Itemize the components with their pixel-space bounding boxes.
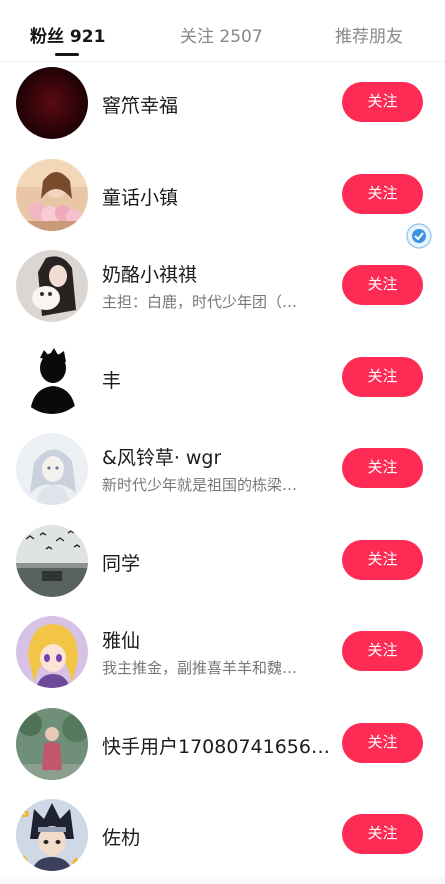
follow-button[interactable]: 关注 [342, 356, 423, 397]
list-item[interactable]: &风铃草· wgr 新时代少年就是祖国的栋梁… 关注 [0, 428, 445, 520]
follow-button[interactable]: 关注 [342, 722, 423, 763]
avatar[interactable] [16, 158, 88, 231]
floating-assistant-icon[interactable] [406, 223, 432, 249]
avatar[interactable] [16, 341, 88, 414]
avatar[interactable] [16, 250, 88, 322]
avatar[interactable] [16, 67, 88, 139]
tab-fans[interactable]: 粉丝 921 [30, 22, 105, 47]
user-description: 主担：白鹿，时代少年团（… [102, 293, 298, 311]
list-item[interactable]: S 佐朸 关注 [0, 794, 445, 884]
tab-recommend-friends[interactable]: 推荐朋友 [335, 22, 403, 47]
user-description: 我主推金，副推喜羊羊和魏… [102, 659, 298, 677]
user-name[interactable]: 快手用户17080741656… [102, 732, 330, 759]
list-item[interactable]: 丰 关注 [0, 337, 445, 429]
list-item[interactable]: 童话小镇 关注 [0, 154, 445, 246]
list-item[interactable]: 窨笊幸福 关注 [0, 62, 445, 154]
list-item[interactable]: 雅仙 我主推金，副推喜羊羊和魏… 关注 [0, 611, 445, 703]
list-item[interactable]: 奶酪小祺祺 主担：白鹿，时代少年团（… 关注 [0, 245, 445, 337]
follow-button[interactable]: 关注 [342, 448, 423, 488]
follow-button[interactable]: 关注 [342, 173, 423, 214]
avatar[interactable] [16, 707, 88, 780]
user-name[interactable]: 窨笊幸福 [102, 91, 178, 118]
follow-button[interactable]: 关注 [342, 814, 423, 854]
avatar[interactable] [16, 524, 88, 597]
user-name[interactable]: 奶酪小祺祺 [102, 260, 197, 287]
avatar[interactable]: S [16, 799, 88, 871]
user-description: 新时代少年就是祖国的栋梁… [102, 476, 298, 494]
avatar[interactable] [16, 616, 88, 688]
user-name[interactable]: 佐朸 [102, 823, 140, 850]
fans-list: 窨笊幸福 关注 童话小镇 关注 奶酪小祺祺 主担：白鹿，时代少年团（… 关注 丰… [0, 62, 445, 884]
user-name[interactable]: &风铃草· wgr [102, 443, 221, 470]
tab-bar: 粉丝 921 关注 2507 推荐朋友 [0, 0, 445, 62]
bottom-navigation-bar [0, 876, 445, 884]
follow-button[interactable]: 关注 [342, 82, 423, 122]
user-name[interactable]: 雅仙 [102, 626, 140, 653]
avatar[interactable] [16, 433, 88, 505]
user-name[interactable]: 丰 [102, 366, 121, 393]
follow-button[interactable]: 关注 [342, 539, 423, 580]
svg-text:S: S [20, 805, 30, 821]
follow-button[interactable]: 关注 [342, 631, 423, 671]
list-item[interactable]: 快手用户17080741656… 关注 [0, 703, 445, 795]
list-item[interactable]: 同学 关注 [0, 520, 445, 612]
follow-button[interactable]: 关注 [342, 265, 423, 305]
tab-following[interactable]: 关注 2507 [180, 22, 263, 47]
user-name[interactable]: 同学 [102, 549, 140, 576]
user-name[interactable]: 童话小镇 [102, 183, 178, 210]
active-tab-indicator [55, 53, 79, 56]
